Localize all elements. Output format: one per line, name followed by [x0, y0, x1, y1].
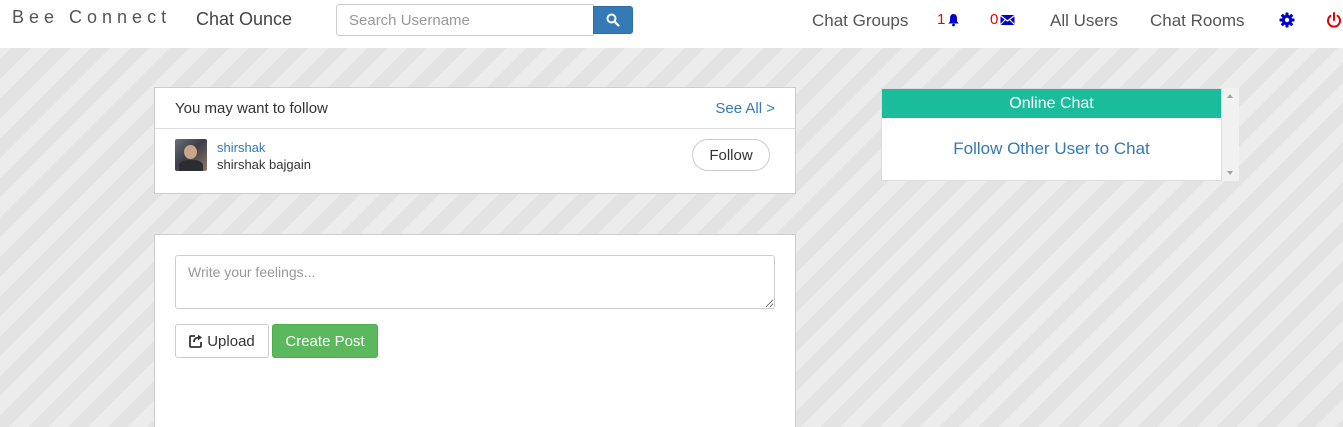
brand-logo[interactable]: Bee Connect — [12, 7, 171, 28]
follow-suggestions-title: You may want to follow — [175, 99, 328, 117]
suggestion-full-name: shirshak bajgain — [217, 157, 311, 172]
bell-icon — [948, 13, 960, 26]
share-icon — [189, 334, 203, 348]
power-icon — [1327, 12, 1341, 28]
upload-label: Upload — [207, 332, 255, 350]
nav-messages[interactable]: 0 — [990, 11, 1016, 28]
nav-chat-groups[interactable]: Chat Groups — [812, 11, 908, 31]
search-icon — [606, 13, 620, 27]
notifications-count: 1 — [937, 11, 946, 28]
post-textarea[interactable] — [175, 255, 775, 309]
avatar[interactable] — [175, 139, 207, 171]
upload-button[interactable]: Upload — [175, 324, 269, 358]
logout-button[interactable] — [1325, 11, 1343, 29]
search-input[interactable] — [336, 4, 594, 36]
search-button[interactable] — [593, 6, 633, 34]
top-navbar: Bee Connect Chat Ounce Chat Groups 1 0 A… — [0, 0, 1343, 48]
post-composer-card: Upload Create Post — [154, 234, 796, 427]
nav-notifications[interactable]: 1 — [937, 11, 960, 28]
online-chat-title: Online Chat — [882, 89, 1221, 118]
app-name-link[interactable]: Chat Ounce — [196, 9, 292, 30]
nav-all-users[interactable]: All Users — [1050, 11, 1118, 31]
suggestion-username[interactable]: shirshak — [217, 140, 265, 155]
follow-suggestions-header: You may want to follow See All > — [155, 88, 795, 129]
nav-chat-rooms[interactable]: Chat Rooms — [1150, 11, 1244, 31]
online-chat-widget: Online Chat Follow Other User to Chat — [881, 88, 1222, 181]
suggestion-item: shirshak shirshak bajgain Follow — [155, 129, 795, 193]
create-post-button[interactable]: Create Post — [272, 324, 378, 358]
scroll-up-arrow-icon[interactable] — [1227, 94, 1233, 98]
follow-button[interactable]: Follow — [692, 139, 770, 171]
see-all-link[interactable]: See All > — [715, 100, 775, 117]
follow-to-chat-link[interactable]: Follow Other User to Chat — [882, 139, 1221, 159]
settings-button[interactable] — [1278, 11, 1296, 29]
follow-suggestions-card: You may want to follow See All > shirsha… — [154, 87, 796, 194]
gear-icon — [1279, 12, 1295, 28]
chat-scrollbar[interactable] — [1222, 88, 1239, 181]
envelope-icon — [1000, 14, 1016, 25]
messages-count: 0 — [990, 11, 999, 28]
scroll-down-arrow-icon[interactable] — [1227, 171, 1233, 175]
